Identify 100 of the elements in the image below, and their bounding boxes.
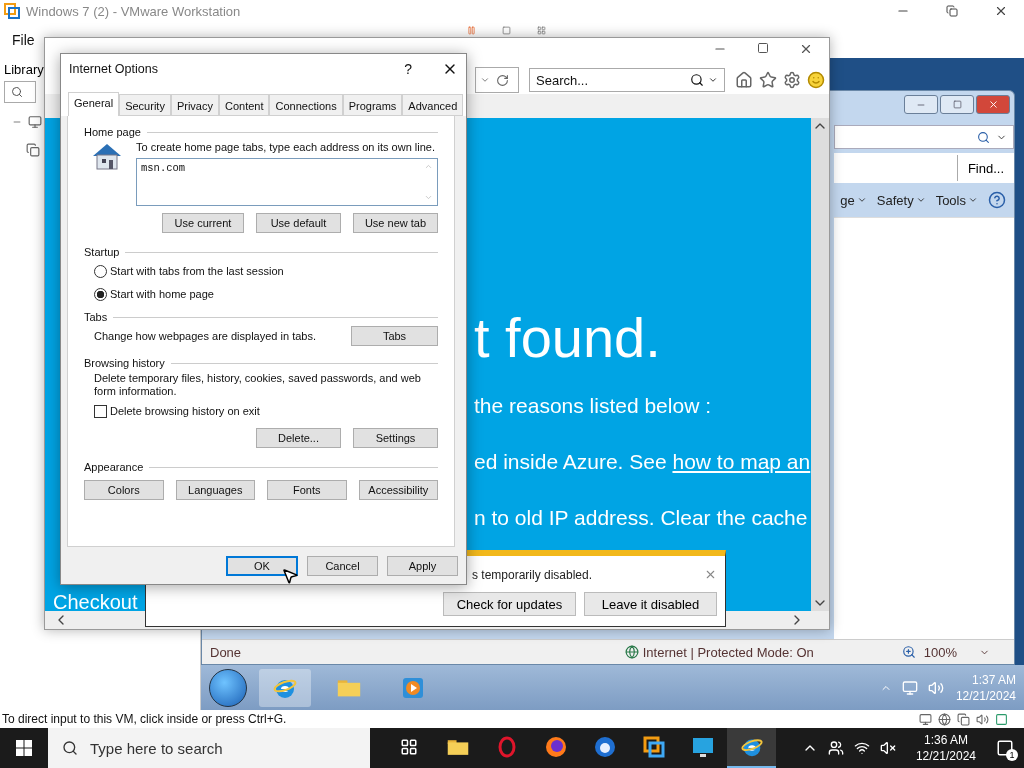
group-title: Appearance <box>84 461 144 473</box>
message-icon[interactable] <box>995 712 1008 726</box>
search-field[interactable]: Search... <box>529 68 725 92</box>
search-icon <box>690 73 704 87</box>
tab[interactable]: Connections <box>269 94 343 116</box>
app-logo-icon <box>4 3 20 19</box>
option-label: Start with tabs from the last session <box>110 265 284 277</box>
notification-text: s temporarily disabled. <box>472 568 593 582</box>
sound-device-icon[interactable] <box>976 712 989 726</box>
command-menu[interactable]: Tools <box>935 192 978 208</box>
page-footer-text: Checkout <box>53 591 138 611</box>
dialog-button[interactable]: Use default <box>256 213 341 233</box>
clock-time: 1:36 AM <box>923 733 968 747</box>
address-field-end[interactable] <box>475 67 519 93</box>
home-page-field[interactable]: msn.com <box>136 158 438 206</box>
windows-logo-icon[interactable] <box>16 740 32 756</box>
minimize-button[interactable] <box>904 95 938 114</box>
zoom-level[interactable]: 100% <box>923 644 957 660</box>
dialog-button[interactable]: Use current <box>162 213 244 233</box>
people-icon[interactable] <box>827 740 844 756</box>
globe-icon <box>624 645 639 659</box>
dialog-button[interactable]: Accessibility <box>358 480 438 500</box>
volume-muted-icon[interactable] <box>879 740 896 756</box>
tab[interactable]: Privacy <box>170 94 219 116</box>
window-icon[interactable] <box>501 26 511 35</box>
clock-date: 12/21/2024 <box>915 749 976 763</box>
zoom-icon[interactable] <box>901 645 916 659</box>
group-title: Browsing history <box>84 357 165 369</box>
close-icon[interactable] <box>799 42 813 56</box>
tab[interactable]: Advanced <box>402 94 464 116</box>
close-icon <box>987 99 999 110</box>
dialog-title: Internet Options <box>69 62 159 76</box>
media-player-icon[interactable] <box>401 675 425 700</box>
caret-icon <box>968 195 978 205</box>
tab[interactable]: Programs <box>342 94 403 116</box>
close-icon[interactable] <box>994 4 1008 18</box>
squares-icon[interactable] <box>642 736 665 758</box>
bird-globe-icon[interactable] <box>593 736 616 758</box>
notifications-icon[interactable] <box>996 739 1014 757</box>
radio-button[interactable] <box>94 287 107 301</box>
dialog-button[interactable]: Delete... <box>256 428 341 448</box>
group-title: Home page <box>84 126 141 138</box>
command-menu[interactable]: ge <box>840 192 867 208</box>
hint-text: To create home page tabs, type each address on its own line. <box>136 141 436 153</box>
caret-icon <box>915 195 926 205</box>
tab[interactable]: General <box>68 92 120 116</box>
usb-icon[interactable] <box>957 712 970 726</box>
folder-icon[interactable] <box>446 738 469 756</box>
smiley-icon[interactable] <box>807 71 825 89</box>
help-button[interactable]: ? <box>404 61 412 77</box>
search-icon <box>62 740 78 756</box>
grid-icon[interactable] <box>536 26 546 35</box>
dialog-button[interactable]: Settings <box>353 428 438 448</box>
dialog-button[interactable]: Colors <box>84 480 164 500</box>
menu-item[interactable]: File <box>12 32 35 48</box>
command-menu[interactable]: Safety <box>876 192 926 208</box>
vertical-scrollbar[interactable] <box>811 118 829 611</box>
dialog-button[interactable]: Cancel <box>307 555 378 576</box>
notification-button[interactable]: Leave it disabled <box>584 592 717 616</box>
star-icon[interactable] <box>759 71 777 89</box>
notification-button[interactable]: Check for updates <box>443 592 576 616</box>
page-text: ed inside Azure. See how to map an <box>474 450 811 474</box>
group-text: Delete temporary files, history, cookies, saved passwords, and web form information. <box>93 372 422 398</box>
dialog-button[interactable]: Languages <box>175 480 255 500</box>
taskbar-search-field[interactable]: Type here to search <box>48 728 370 768</box>
maximize-icon[interactable] <box>757 42 769 54</box>
device-icon[interactable] <box>919 712 932 726</box>
guest-search-field[interactable] <box>834 125 1014 149</box>
dialog-button[interactable]: Apply <box>387 555 458 576</box>
caret-icon <box>708 75 718 85</box>
settings-icon[interactable] <box>783 71 801 89</box>
group-title: Startup <box>84 246 120 258</box>
fox-globe-icon[interactable] <box>544 736 567 758</box>
page-text: the reasons listed below : <box>474 394 711 418</box>
dialog-button[interactable]: OK <box>226 555 298 576</box>
placeholder-text: Type here to search <box>90 739 223 757</box>
vm-icon[interactable] <box>26 143 40 157</box>
dialog-button[interactable]: Tabs <box>351 326 438 346</box>
caret-icon <box>480 75 490 85</box>
restore-icon[interactable] <box>946 5 958 17</box>
computer-icon[interactable] <box>28 115 42 129</box>
checkbox[interactable] <box>94 404 107 418</box>
start-orb[interactable] <box>209 668 247 707</box>
tab[interactable]: Security <box>119 94 171 116</box>
clock-time: 1:37 AM <box>971 672 1016 687</box>
home-icon[interactable] <box>735 71 753 89</box>
dialog-button[interactable]: Use new tab <box>353 213 438 233</box>
remote-desktop-icon[interactable] <box>691 736 714 758</box>
network-device-icon[interactable] <box>938 712 951 726</box>
zone-text: Internet | Protected Mode: On <box>642 644 814 660</box>
network-icon[interactable] <box>853 740 870 756</box>
notification-count: 1 <box>1006 749 1018 761</box>
search-icon <box>977 130 990 144</box>
library-search-field[interactable] <box>4 81 36 103</box>
dialog-button[interactable]: Fonts <box>267 480 347 500</box>
task-view-icon[interactable] <box>399 738 418 756</box>
tab[interactable]: Content <box>218 94 270 116</box>
radio-button[interactable] <box>94 264 107 278</box>
maximize-button[interactable] <box>940 95 974 114</box>
help-icon[interactable] <box>988 191 1006 209</box>
